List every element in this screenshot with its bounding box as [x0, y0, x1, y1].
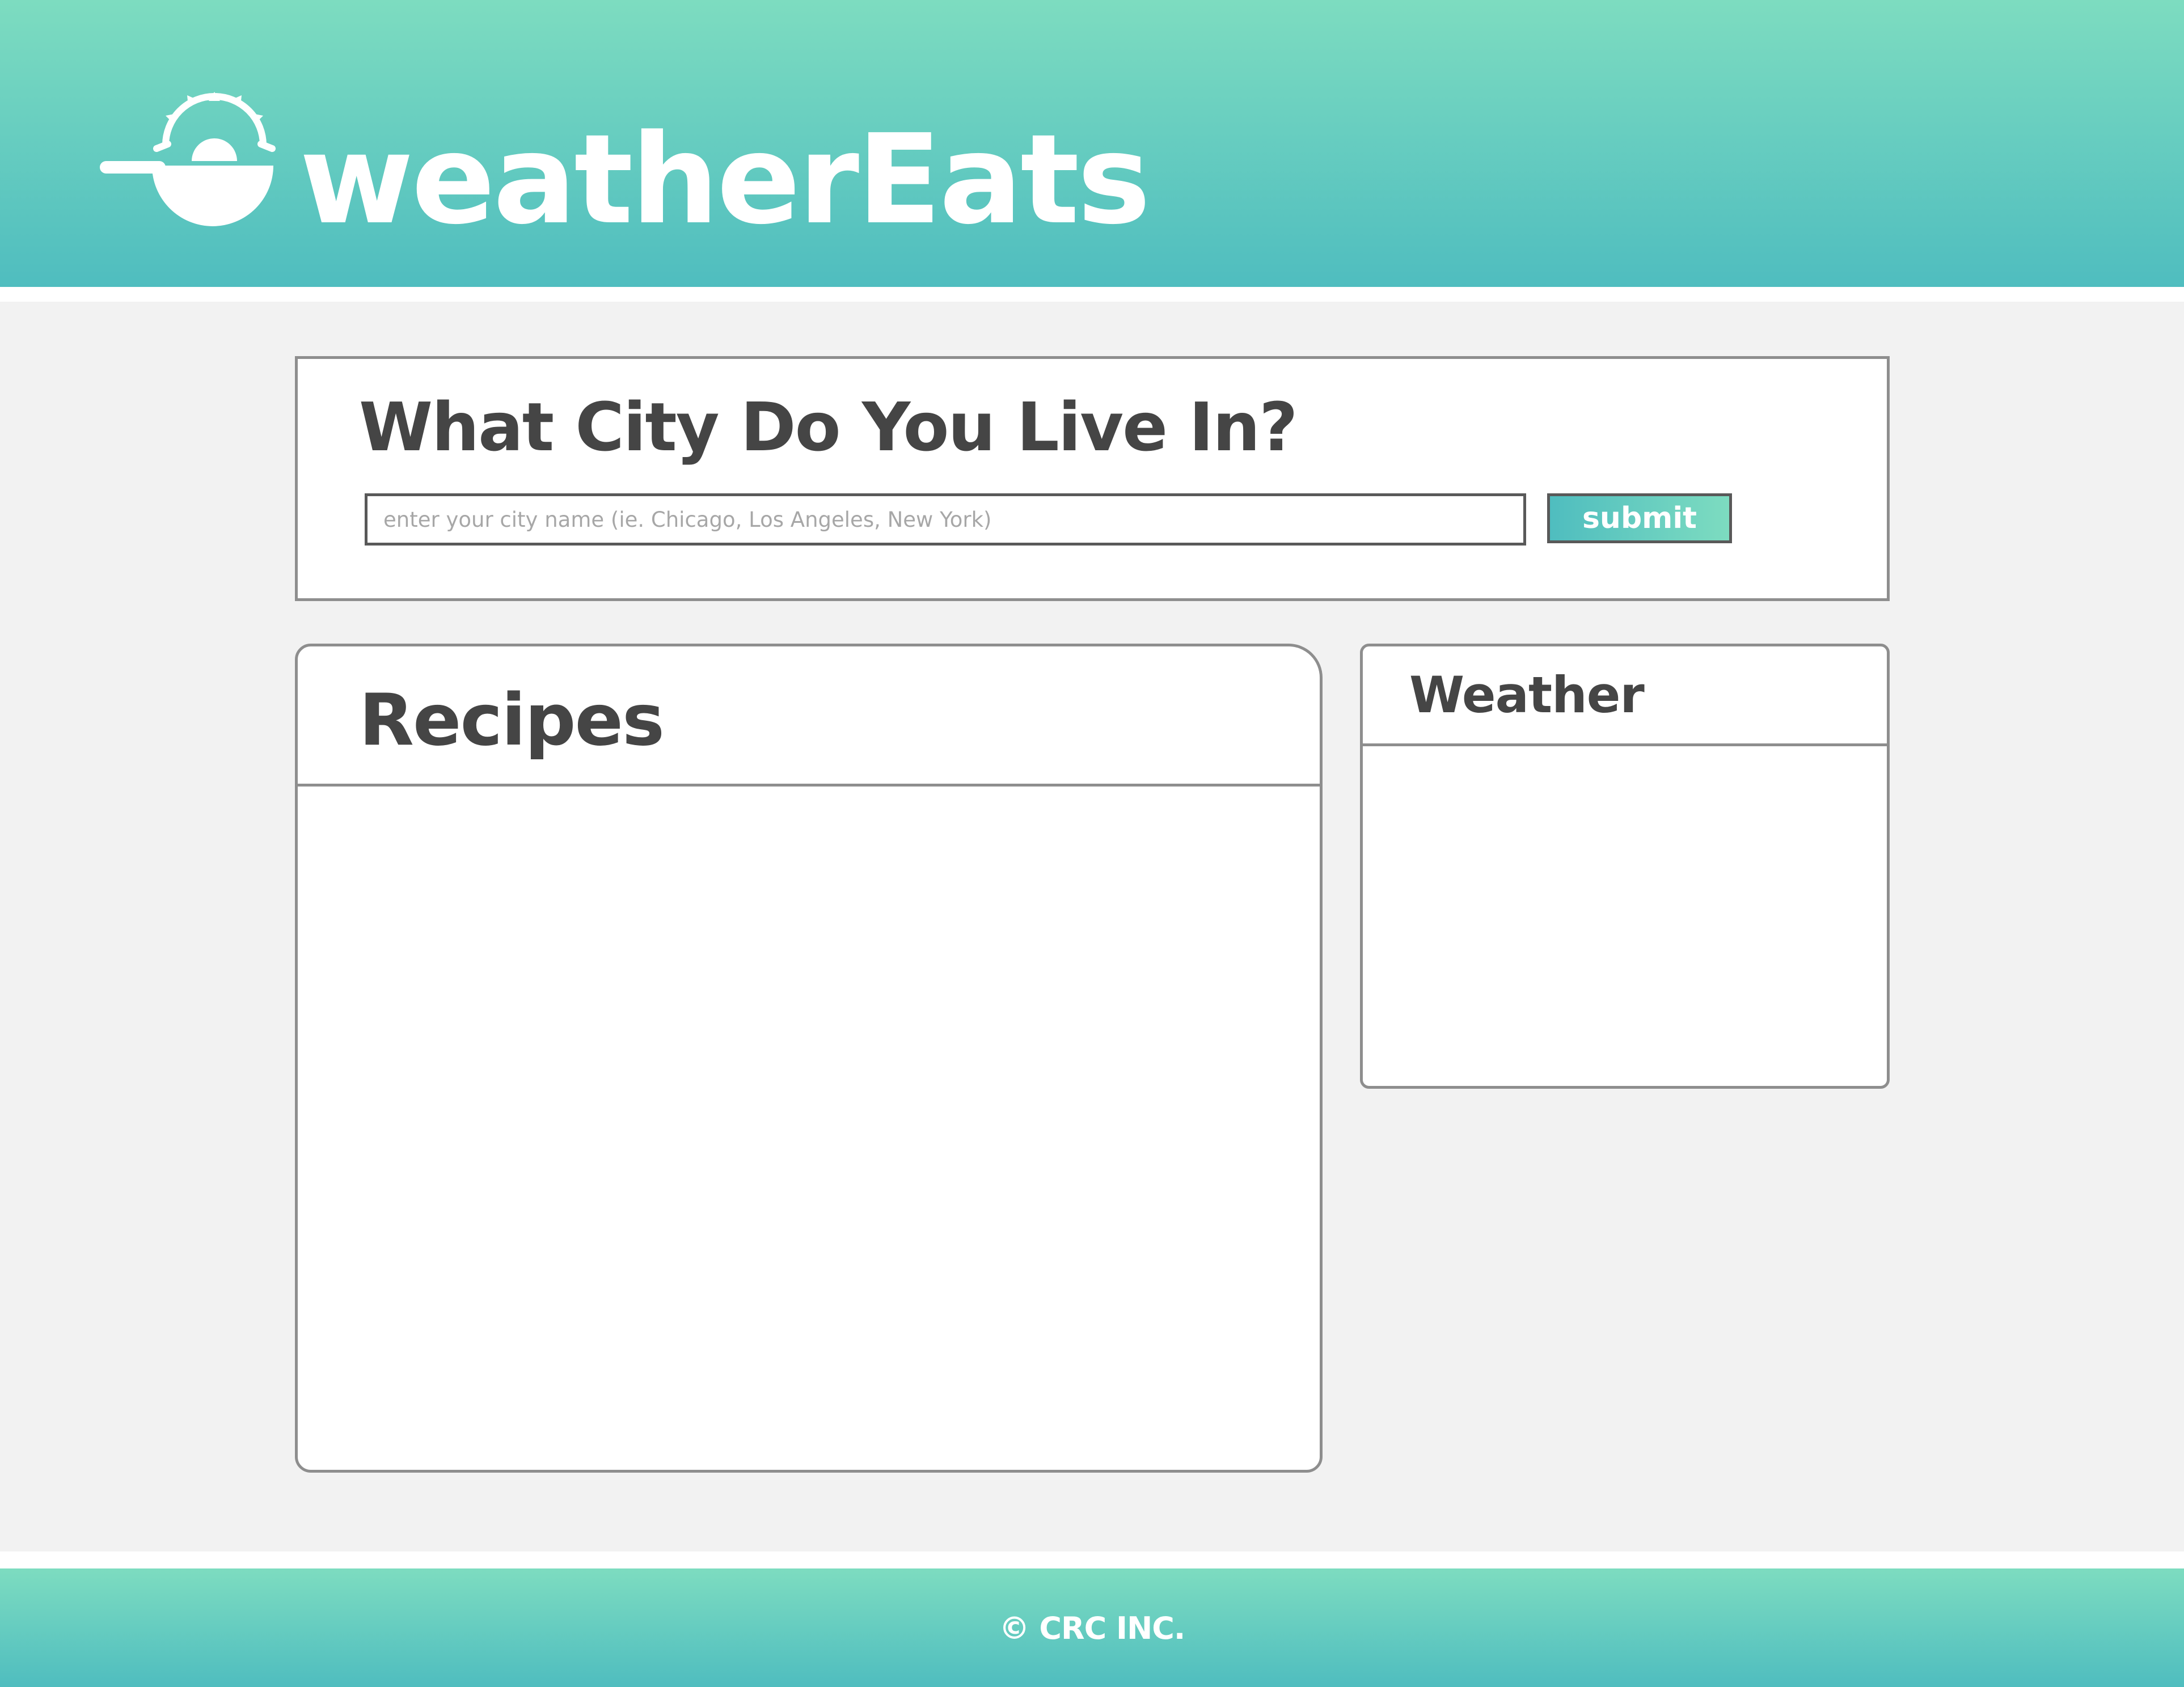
city-search-card: What City Do You Live In? submit [295, 356, 1890, 601]
weather-title: Weather [1409, 666, 1645, 724]
weather-panel-header: Weather [1363, 646, 1887, 746]
bowl-with-sun-icon [100, 92, 276, 226]
recipes-panel: Recipes [295, 644, 1323, 1473]
submit-button[interactable]: submit [1547, 493, 1732, 543]
copyright-text: © CRC INC. [999, 1610, 1186, 1646]
app-footer: © CRC INC. [0, 1568, 2184, 1687]
city-search-input[interactable] [365, 493, 1526, 546]
recipes-panel-body [298, 787, 1320, 1470]
weather-panel-body [1363, 746, 1887, 1086]
recipes-panel-header: Recipes [298, 646, 1320, 787]
weather-panel: Weather [1360, 644, 1890, 1089]
brand-name: weatherEats [299, 108, 1151, 252]
recipes-title: Recipes [359, 678, 665, 762]
app-header: weatherEats [0, 0, 2184, 287]
city-search-title: What City Do You Live In? [359, 388, 1298, 466]
